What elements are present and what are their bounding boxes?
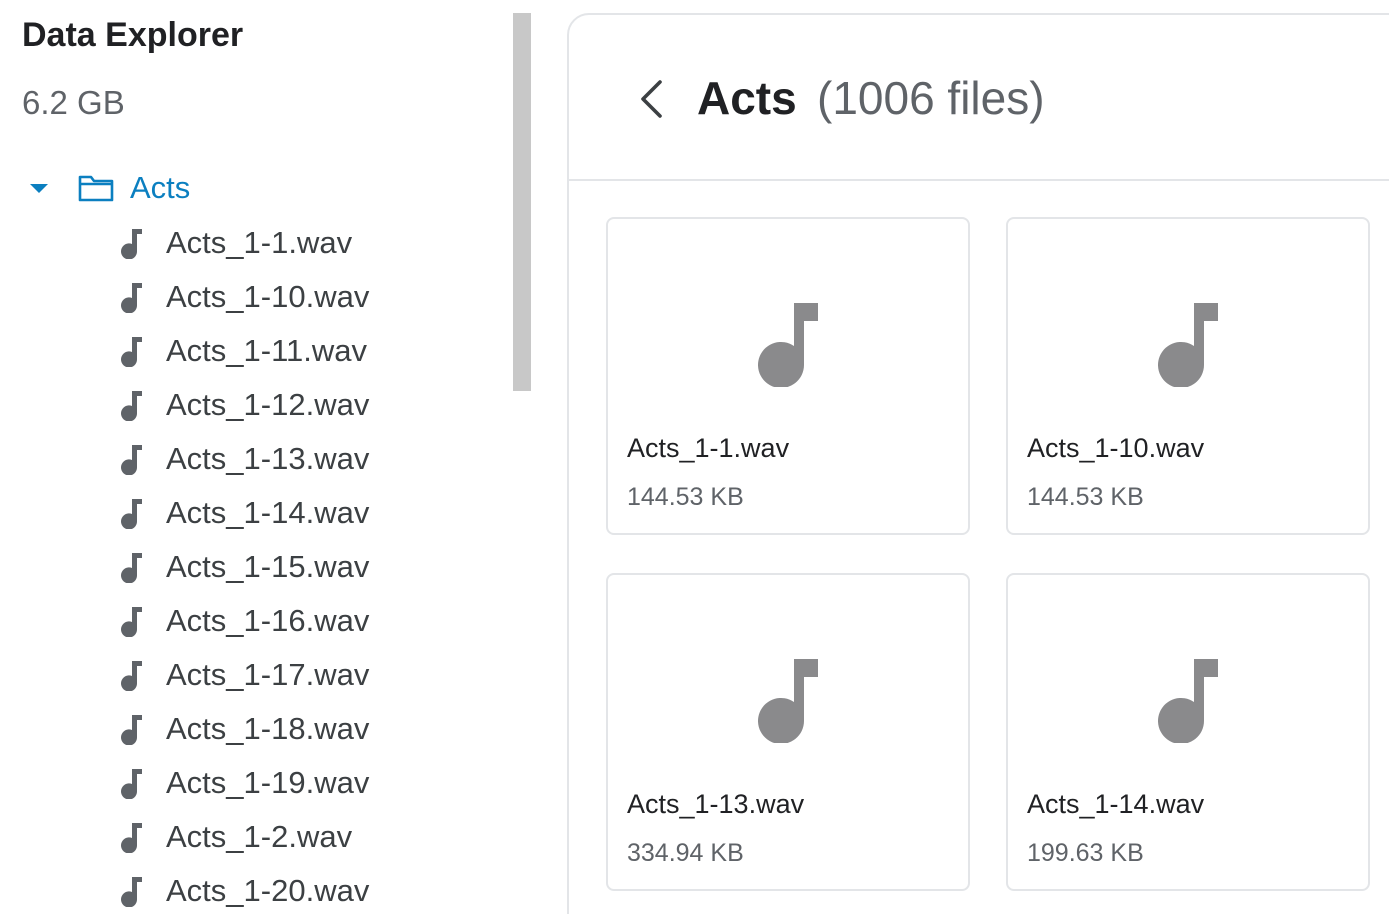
tree-file-label: Acts_1-10.wav (166, 279, 370, 314)
tree-file-item[interactable]: Acts_1-13.wav (118, 432, 369, 486)
file-card[interactable]: Acts_1-1.wav 144.53 KB (606, 217, 970, 535)
file-card-size: 334.94 KB (627, 839, 744, 867)
music-note-icon (758, 659, 818, 743)
music-note-icon (758, 303, 818, 387)
file-card-name: Acts_1-1.wav (627, 433, 790, 463)
tree-file-label: Acts_1-12.wav (166, 387, 370, 422)
folder-icon (78, 175, 114, 202)
sidebar: Data Explorer 6.2 GB Acts Acts_1-1.wav Ac… (0, 0, 540, 914)
music-note-icon (121, 823, 142, 853)
tree-file-item[interactable]: Acts_1-20.wav (118, 864, 369, 914)
music-note-icon (121, 499, 142, 529)
tree-file-label: Acts_1-14.wav (166, 495, 370, 530)
music-note-icon (121, 769, 142, 799)
music-note-icon (121, 283, 142, 313)
tree-folder-label: Acts (130, 170, 191, 205)
music-note-icon (121, 553, 142, 583)
tree-file-list: Acts_1-1.wav Acts_1-10.wav Acts_1-11.wav Ac… (118, 216, 369, 914)
caret-down-icon[interactable] (30, 183, 48, 193)
file-card-name: Acts_1-10.wav (1027, 433, 1205, 463)
chevron-left-icon (641, 80, 662, 118)
tree-file-item[interactable]: Acts_1-19.wav (118, 756, 369, 810)
tree-file-item[interactable]: Acts_1-16.wav (118, 594, 369, 648)
main-header: Acts (1006 files) (569, 15, 1389, 181)
tree-file-label: Acts_1-18.wav (166, 711, 370, 746)
tree-file-item[interactable]: Acts_1-1.wav (118, 216, 369, 270)
file-card-size: 144.53 KB (1027, 483, 1144, 511)
music-note-icon (1158, 303, 1218, 387)
music-note-icon (121, 607, 142, 637)
tree-file-item[interactable]: Acts_1-11.wav (118, 324, 369, 378)
main-panel: Acts (1006 files) Acts_1-1.wav 144.53 KB A… (567, 13, 1389, 914)
file-card[interactable]: Acts_1-10.wav 144.53 KB (1006, 217, 1370, 535)
file-card[interactable]: Acts_1-13.wav 334.94 KB (606, 573, 970, 891)
tree-file-item[interactable]: Acts_1-18.wav (118, 702, 369, 756)
music-note-icon (121, 391, 142, 421)
tree-file-item[interactable]: Acts_1-14.wav (118, 486, 369, 540)
music-note-icon (121, 337, 142, 367)
music-note-icon (121, 445, 142, 475)
tree-file-label: Acts_1-19.wav (166, 765, 370, 800)
tree-file-label: Acts_1-20.wav (166, 873, 370, 908)
music-note-icon (121, 715, 142, 745)
page-title: Acts (697, 72, 797, 124)
tree-file-label: Acts_1-11.wav (166, 333, 368, 368)
file-card-name: Acts_1-13.wav (627, 789, 805, 819)
tree-file-item[interactable]: Acts_1-2.wav (118, 810, 369, 864)
tree-file-label: Acts_1-16.wav (166, 603, 370, 638)
file-card-size: 144.53 KB (627, 483, 744, 511)
tree-file-item[interactable]: Acts_1-12.wav (118, 378, 369, 432)
data-explorer-window: Data Explorer 6.2 GB Acts Acts_1-1.wav Ac… (0, 0, 1389, 914)
tree-file-label: Acts_1-15.wav (166, 549, 370, 584)
tree-file-label: Acts_1-13.wav (166, 441, 370, 476)
file-card-name: Acts_1-14.wav (1027, 789, 1205, 819)
tree-file-item[interactable]: Acts_1-17.wav (118, 648, 369, 702)
tree-file-label: Acts_1-17.wav (166, 657, 370, 692)
file-card-size: 199.63 KB (1027, 839, 1144, 867)
music-note-icon (121, 229, 142, 259)
music-note-icon (1158, 659, 1218, 743)
sidebar-scrollbar[interactable] (513, 13, 531, 391)
dataset-size: 6.2 GB (22, 84, 125, 121)
sidebar-title: Data Explorer (22, 16, 244, 54)
file-card[interactable]: Acts_1-14.wav 199.63 KB (1006, 573, 1370, 891)
tree-file-item[interactable]: Acts_1-10.wav (118, 270, 369, 324)
tree-file-item[interactable]: Acts_1-15.wav (118, 540, 369, 594)
tree-file-label: Acts_1-1.wav (166, 225, 353, 260)
tree-folder-acts[interactable]: Acts (30, 168, 190, 208)
back-button[interactable] (631, 75, 671, 123)
music-note-icon (121, 661, 142, 691)
file-count: (1006 files) (817, 72, 1045, 124)
music-note-icon (121, 877, 142, 907)
tree-file-label: Acts_1-2.wav (166, 819, 353, 854)
